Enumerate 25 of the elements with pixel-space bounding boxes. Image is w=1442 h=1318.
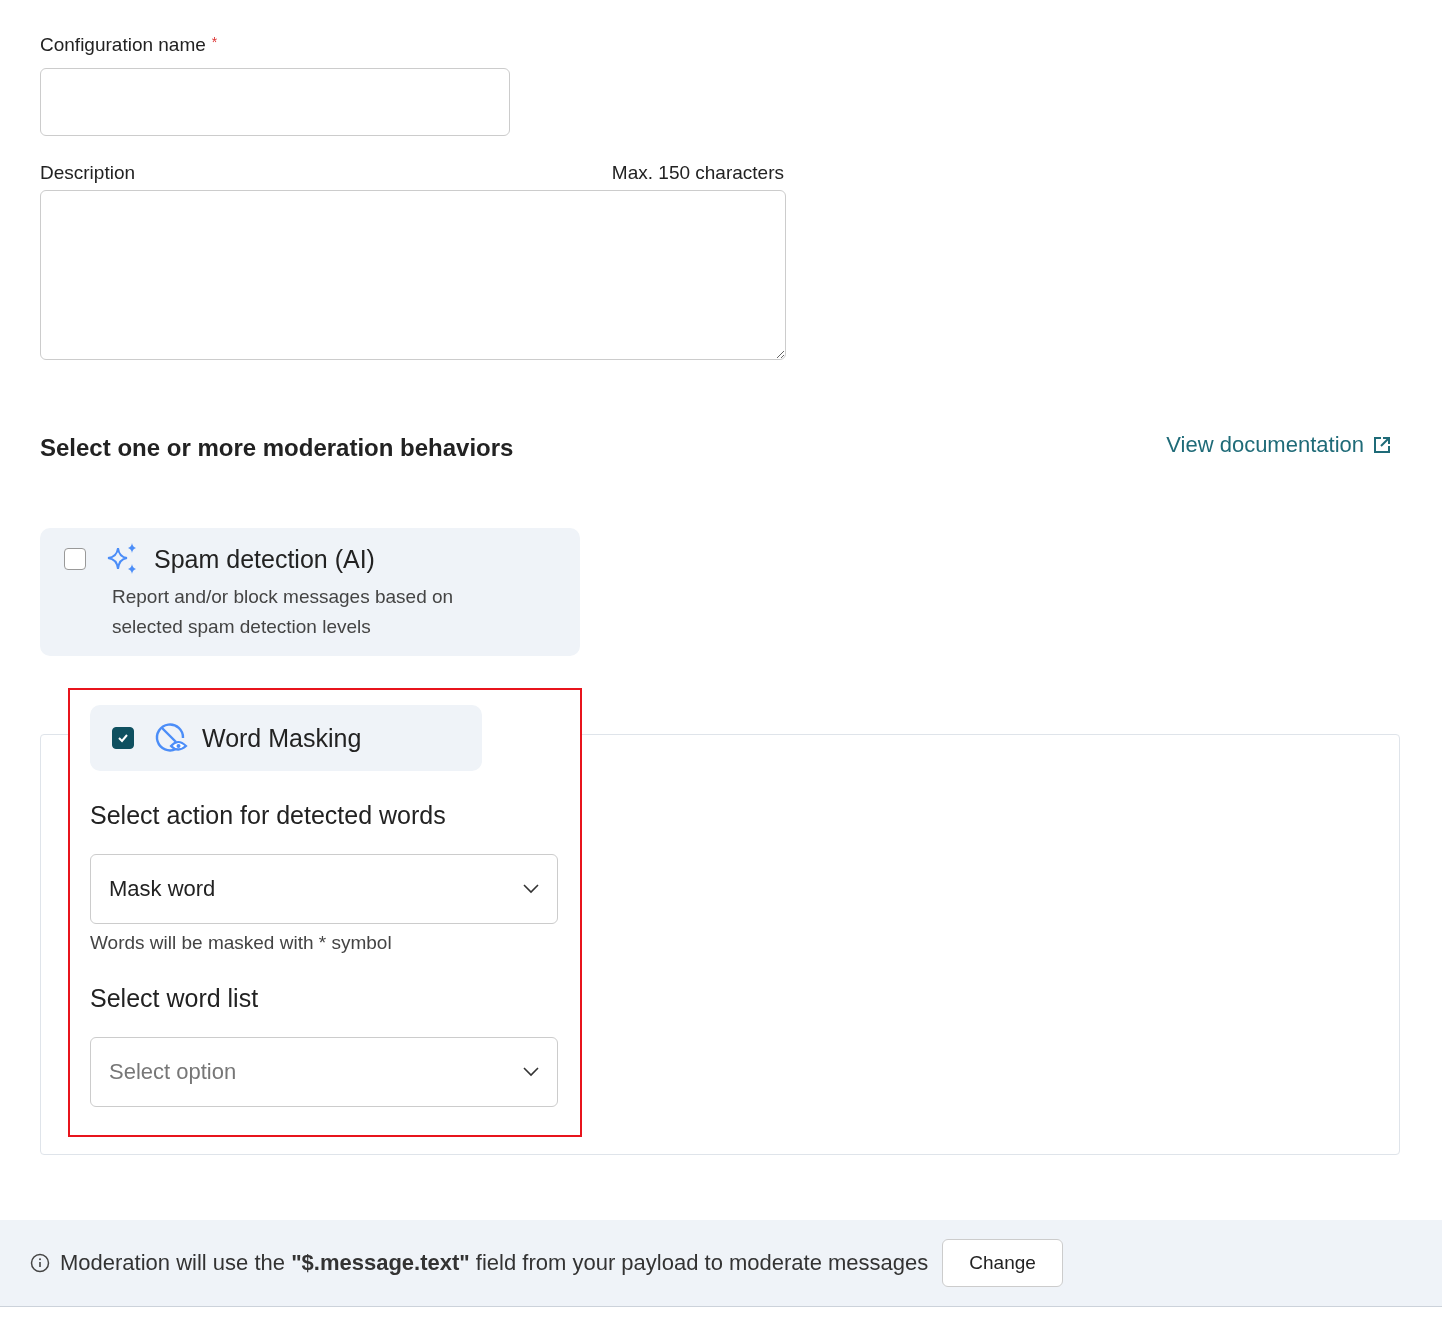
field-label: Select word list	[90, 984, 260, 1013]
card-title: Word Masking	[202, 723, 362, 753]
card-title: Spam detection (AI)	[154, 544, 375, 574]
helper-text: Words will be masked with * symbol	[90, 932, 393, 954]
card-description: Report and/or block messages based on selected spam detection levels	[112, 585, 455, 639]
word-list-dropdown[interactable]: Select option	[90, 1037, 558, 1107]
section-heading: Select one or more moderation behaviors	[40, 434, 514, 462]
eye-slash-icon	[154, 721, 188, 755]
field-label: Description	[40, 162, 136, 184]
input-field[interactable]	[40, 68, 510, 136]
required-mark: *	[211, 34, 218, 50]
field-label: Select action for detected words	[90, 801, 447, 830]
chevron-down-icon	[523, 1067, 539, 1077]
action-dropdown[interactable]: Mask word	[90, 854, 558, 924]
info-icon	[30, 1253, 50, 1273]
character-limit: Max. 150 characters	[611, 162, 784, 184]
field-label: Configuration name	[40, 34, 206, 56]
description-field[interactable]	[40, 190, 786, 360]
footer-message: Moderation will use the "$.message.text" field from your payload to moderate messages	[60, 1250, 929, 1276]
change-button[interactable]: Change	[942, 1239, 1063, 1287]
checkbox[interactable]	[64, 548, 86, 570]
external-link-icon	[1372, 435, 1392, 455]
documentation-link[interactable]: View documentation	[1166, 432, 1392, 458]
chevron-down-icon	[523, 884, 539, 894]
checkbox[interactable]	[112, 727, 134, 749]
